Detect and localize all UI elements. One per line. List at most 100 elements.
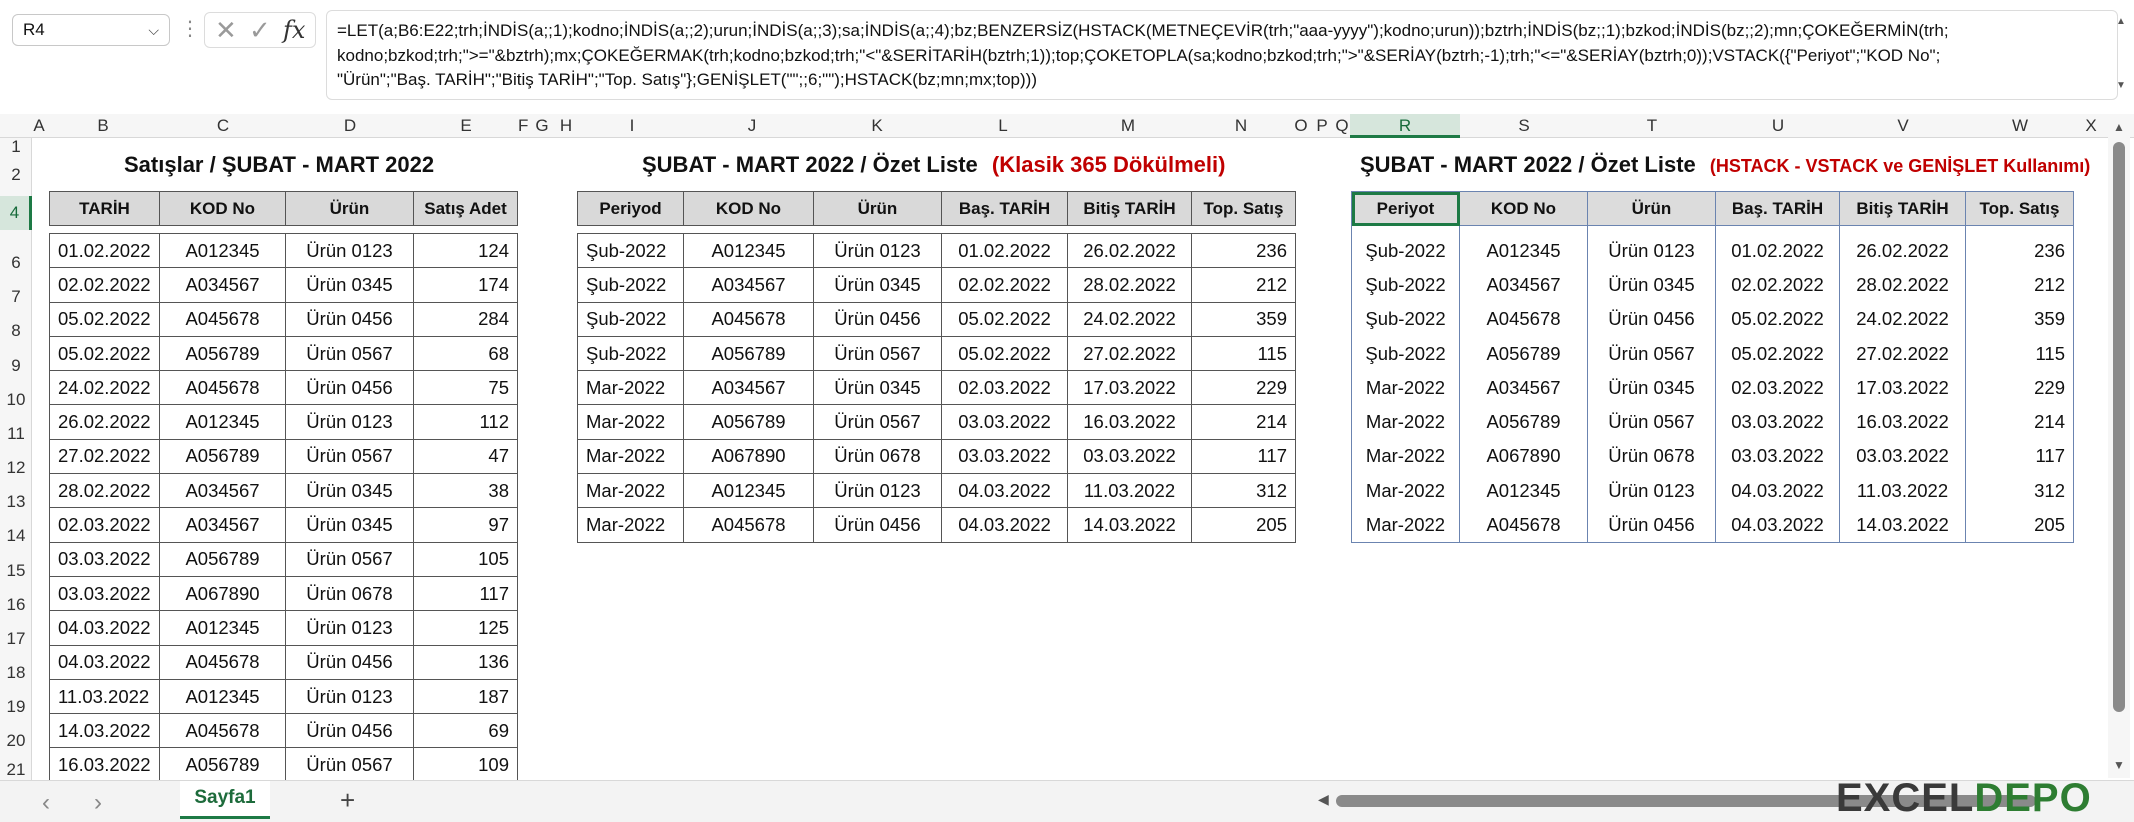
more-options-icon[interactable]: ⋮: [180, 14, 200, 44]
table-cell[interactable]: Ürün 0567: [285, 335, 414, 372]
table-cell[interactable]: 02.02.2022: [49, 267, 160, 303]
table-cell[interactable]: 312: [1965, 473, 2074, 508]
table-cell[interactable]: 05.02.2022: [1715, 336, 1840, 371]
row-header-15[interactable]: 15: [0, 554, 32, 588]
table-cell[interactable]: Ürün 0456: [285, 713, 414, 749]
add-sheet-button[interactable]: +: [340, 785, 355, 816]
name-box[interactable]: R4 ⌵: [12, 14, 170, 46]
column-heading[interactable]: KOD No: [683, 191, 814, 226]
row-header-20[interactable]: 20: [0, 724, 32, 758]
table-cell[interactable]: Şub-2022: [1351, 336, 1460, 371]
next-sheet-icon[interactable]: ›: [94, 789, 102, 817]
table-cell[interactable]: Şub-2022: [1351, 302, 1460, 337]
table-cell[interactable]: 312: [1191, 473, 1296, 509]
table-cell[interactable]: A045678: [1459, 302, 1588, 337]
table-cell[interactable]: A012345: [159, 678, 286, 715]
spacer-cell[interactable]: [813, 225, 942, 234]
table-cell[interactable]: A045678: [683, 301, 814, 337]
column-header-f[interactable]: F: [518, 114, 528, 138]
row-header-4[interactable]: 4: [0, 196, 32, 230]
table-cell[interactable]: 02.03.2022: [941, 370, 1068, 406]
table-cell[interactable]: 115: [1965, 336, 2074, 371]
table-cell[interactable]: 69: [413, 713, 518, 749]
table-cell[interactable]: Şub-2022: [577, 232, 684, 269]
table-cell[interactable]: Ürün 0456: [285, 644, 414, 680]
table-cell[interactable]: A034567: [1459, 267, 1588, 303]
column-heading[interactable]: Periyot: [1351, 191, 1460, 226]
table-cell[interactable]: 27.02.2022: [1839, 336, 1966, 371]
table-cell[interactable]: 124: [413, 232, 518, 269]
table-cell[interactable]: A056789: [1459, 404, 1588, 440]
vertical-scroll-thumb[interactable]: [2113, 142, 2125, 712]
spacer-cell[interactable]: [1715, 225, 1840, 234]
table-cell[interactable]: A012345: [1459, 473, 1588, 508]
column-heading[interactable]: Ürün: [285, 191, 414, 226]
table-cell[interactable]: 04.03.2022: [49, 644, 160, 680]
table-cell[interactable]: A012345: [159, 610, 286, 646]
table-cell[interactable]: 68: [413, 335, 518, 372]
column-header-o[interactable]: O: [1292, 114, 1310, 138]
table-cell[interactable]: Mar-2022: [577, 404, 684, 440]
table-cell[interactable]: Ürün 0567: [285, 541, 414, 577]
table-cell[interactable]: 75: [413, 370, 518, 406]
table-cell[interactable]: A067890: [1459, 439, 1588, 474]
column-heading[interactable]: Baş. TARİH: [941, 191, 1068, 226]
prev-sheet-icon[interactable]: ‹: [42, 789, 50, 817]
column-header-r[interactable]: R: [1350, 114, 1460, 138]
column-header-i[interactable]: I: [574, 114, 690, 138]
table-cell[interactable]: Ürün 0678: [285, 575, 414, 612]
table-cell[interactable]: A056789: [683, 404, 814, 440]
table-cell[interactable]: Ürün 0123: [1587, 233, 1716, 268]
table-cell[interactable]: 01.02.2022: [941, 232, 1068, 269]
column-header-v[interactable]: V: [1840, 114, 1966, 138]
row-header-19[interactable]: 19: [0, 690, 32, 724]
table-cell[interactable]: 136: [413, 644, 518, 680]
column-heading[interactable]: KOD No: [1459, 191, 1588, 226]
table-cell[interactable]: 14.03.2022: [49, 713, 160, 749]
column-header-l[interactable]: L: [940, 114, 1066, 138]
row-header-7[interactable]: 7: [0, 280, 32, 314]
column-heading[interactable]: KOD No: [159, 191, 286, 226]
table-cell[interactable]: 28.02.2022: [1067, 267, 1192, 303]
table-cell[interactable]: 03.03.2022: [1839, 439, 1966, 474]
table-cell[interactable]: 01.02.2022: [1715, 233, 1840, 268]
table-cell[interactable]: 11.03.2022: [1067, 473, 1192, 509]
table-cell[interactable]: Ürün 0567: [1587, 404, 1716, 440]
row-header-11[interactable]: 11: [0, 417, 32, 451]
table-cell[interactable]: 236: [1965, 233, 2074, 268]
column-header-u[interactable]: U: [1716, 114, 1840, 138]
table-cell[interactable]: Ürün 0123: [813, 473, 942, 509]
column-header-h[interactable]: H: [558, 114, 574, 138]
table-cell[interactable]: Şub-2022: [1351, 233, 1460, 268]
table-cell[interactable]: Mar-2022: [1351, 404, 1460, 440]
table-cell[interactable]: 212: [1965, 267, 2074, 303]
table-cell[interactable]: 17.03.2022: [1839, 370, 1966, 405]
table-cell[interactable]: A012345: [159, 404, 286, 440]
table-cell[interactable]: Ürün 0678: [1587, 439, 1716, 474]
table-cell[interactable]: 14.03.2022: [1067, 507, 1192, 543]
cancel-icon[interactable]: ✕: [215, 15, 237, 45]
column-heading[interactable]: Satış Adet: [413, 191, 518, 226]
column-header-m[interactable]: M: [1066, 114, 1190, 138]
table-cell[interactable]: Ürün 0123: [285, 678, 414, 715]
table-cell[interactable]: 214: [1191, 404, 1296, 440]
column-header-c[interactable]: C: [160, 114, 286, 138]
table-cell[interactable]: Ürün 0345: [1587, 370, 1716, 405]
row-header-16[interactable]: 16: [0, 588, 32, 622]
table-cell[interactable]: 284: [413, 301, 518, 337]
table-cell[interactable]: 117: [1965, 439, 2074, 474]
column-header-q[interactable]: Q: [1334, 114, 1350, 138]
table-cell[interactable]: 04.03.2022: [1715, 507, 1840, 543]
column-heading[interactable]: Top. Satış: [1965, 191, 2074, 226]
table-cell[interactable]: Şub-2022: [1351, 267, 1460, 303]
table-cell[interactable]: 16.03.2022: [1839, 404, 1966, 440]
table-cell[interactable]: 16.03.2022: [1067, 404, 1192, 440]
table-cell[interactable]: Mar-2022: [577, 370, 684, 406]
table-cell[interactable]: A012345: [683, 473, 814, 509]
formula-input[interactable]: =LET(a;B6:E22;trh;İNDİS(a;;1);kodno;İNDİ…: [326, 10, 2118, 100]
spacer-cell[interactable]: [1067, 225, 1192, 234]
spacer-cell[interactable]: [1191, 225, 1296, 234]
table-cell[interactable]: 359: [1965, 302, 2074, 337]
table-cell[interactable]: 01.02.2022: [49, 232, 160, 269]
row-header-6[interactable]: 6: [0, 246, 32, 280]
